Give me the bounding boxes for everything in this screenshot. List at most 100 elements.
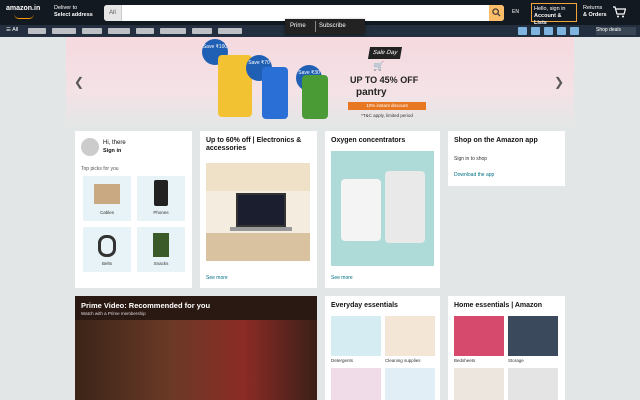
all-menu-label: All [12, 27, 19, 33]
oxygen-concentrator-image [331, 151, 434, 266]
subnav-link[interactable] [160, 28, 186, 34]
download-app-link[interactable]: Download the app [454, 172, 494, 178]
tooltip-left-label: Prime [290, 23, 306, 29]
card-title: Everyday essentials [331, 302, 398, 309]
cart-icon [613, 6, 626, 18]
home-essentials-card[interactable]: Home essentials | Amazon Bedsheets Stora… [448, 296, 565, 400]
card-title: Home essentials | Amazon [454, 302, 543, 309]
product-image [153, 233, 169, 257]
deliver-line2: Select address [54, 12, 93, 18]
product-caption: Bedsheets [454, 358, 476, 363]
detergent-pack-image [262, 67, 288, 119]
search-button[interactable] [489, 5, 504, 21]
product-tile[interactable] [454, 368, 504, 400]
hero-offer-text: UP TO 45% OFF [350, 75, 419, 85]
returns-line2: & Orders [583, 12, 607, 18]
product-tile[interactable] [331, 316, 381, 356]
account-line1: Hello, sign in [534, 6, 566, 12]
product-tile[interactable] [385, 316, 435, 356]
electronics-card[interactable]: Up to 60% off | Electronics & accessorie… [200, 131, 317, 288]
language-selector[interactable]: EN [512, 9, 526, 17]
tooltip-divider [315, 21, 316, 32]
carousel-next-icon[interactable]: ❯ [554, 75, 564, 89]
product-image [154, 180, 168, 206]
subnav-promo-icon[interactable] [544, 27, 553, 35]
product-caption: Belts [101, 261, 112, 266]
laptop-image [206, 163, 310, 261]
product-caption: Cables [99, 210, 114, 215]
amazon-logo[interactable]: amazon.in [6, 4, 48, 20]
account-lists-menu[interactable]: Hello, sign in Account & Lists [531, 3, 577, 26]
shelf-decor [206, 163, 310, 191]
deliver-to-location[interactable]: Deliver to Select address [54, 5, 99, 20]
product-tile[interactable] [508, 368, 558, 400]
hero-category-text: pantry [356, 87, 387, 98]
prime-video-card[interactable]: Prime Video: Recommended for you Watch w… [75, 296, 317, 400]
search-category-dropdown[interactable]: All [104, 5, 122, 21]
card-title: Up to 60% off | Electronics & accessorie… [206, 137, 302, 152]
greeting-subtext[interactable]: Sign in [103, 148, 121, 154]
hero-bank-offer: 10% instant discount [348, 102, 426, 110]
subnav-link[interactable] [82, 28, 102, 34]
product-tile[interactable] [385, 368, 435, 400]
account-card: Hi, there Sign in Top picks for you Cabl… [75, 131, 192, 288]
see-more-link[interactable]: See more [206, 275, 228, 281]
laptop-screen [236, 193, 286, 227]
hero-cart-icon: 🛒 [373, 61, 385, 71]
card-title: Shop on the Amazon app [454, 137, 538, 144]
subnav-link[interactable] [136, 28, 154, 34]
desk [206, 233, 310, 261]
returns-line1: Returns [583, 5, 603, 11]
deliver-line1: Deliver to [54, 5, 78, 11]
rice-bag-image [302, 75, 328, 119]
app-download-card[interactable]: Shop on the Amazon app Sign in to shop D… [448, 131, 565, 186]
oxygen-concentrator-card[interactable]: Oxygen concentrators See more [325, 131, 440, 288]
subnav-link[interactable] [218, 28, 242, 34]
tooltip-right-label: Subscribe [319, 23, 346, 29]
prime-tooltip[interactable]: Prime Subscribe [285, 19, 365, 34]
laptop-base [230, 227, 292, 231]
hero-carousel[interactable]: ❮ ❯ Save ₹100 Save ₹70 Save ₹30 Sale Day… [66, 37, 574, 127]
subnav-promo-icon[interactable] [518, 27, 527, 35]
product-image [98, 235, 116, 257]
product-tile[interactable]: Belts [83, 227, 131, 272]
product-tile[interactable]: Phones [137, 176, 185, 221]
product-tile[interactable] [508, 316, 558, 356]
subnav-promo-banner[interactable]: Shop deals [596, 27, 636, 35]
product-tile[interactable]: Cables [83, 176, 131, 221]
product-tile[interactable] [331, 368, 381, 400]
everyday-essentials-card[interactable]: Everyday essentials Detergents Cleaning … [325, 296, 440, 400]
subnav-promo-icon[interactable] [557, 27, 566, 35]
card-title: Oxygen concentrators [331, 137, 406, 144]
top-picks-label: Top picks for you [81, 166, 119, 172]
product-tile[interactable] [454, 316, 504, 356]
product-caption: Cleaning supplies [385, 358, 421, 363]
subnav-promo-icon[interactable] [531, 27, 540, 35]
sale-brand-logo: Sale Day [367, 47, 403, 59]
search-icon [492, 8, 501, 17]
card-subtitle: Watch with a Prime membership [81, 311, 146, 316]
greeting-text: Hi, there [103, 140, 126, 146]
product-caption: Detergents [331, 358, 354, 363]
subnav-link[interactable] [192, 28, 212, 34]
cart-button[interactable] [612, 6, 636, 20]
subnav-promo-icon[interactable] [570, 27, 579, 35]
see-more-link[interactable]: See more [331, 275, 353, 281]
product-image [94, 184, 120, 204]
avatar [81, 138, 99, 156]
subnav-link[interactable] [28, 28, 46, 34]
all-menu-button[interactable]: ☰ All [6, 27, 18, 33]
returns-orders-link[interactable]: Returns & Orders [583, 5, 609, 20]
card-text: Sign in to shop [454, 156, 488, 162]
product-caption: Phones [153, 210, 169, 215]
product-caption: Storage [508, 358, 524, 363]
subnav-link[interactable] [108, 28, 130, 34]
subnav-link[interactable] [52, 28, 76, 34]
movie-still-image [75, 320, 317, 400]
device-small [341, 179, 381, 241]
hero-terms-note: *T&C apply, limited period [361, 113, 413, 118]
device-large [385, 171, 425, 243]
carousel-prev-icon[interactable]: ❮ [74, 75, 84, 89]
product-tile[interactable]: Snacks [137, 227, 185, 272]
logo-smile-icon [14, 14, 34, 19]
